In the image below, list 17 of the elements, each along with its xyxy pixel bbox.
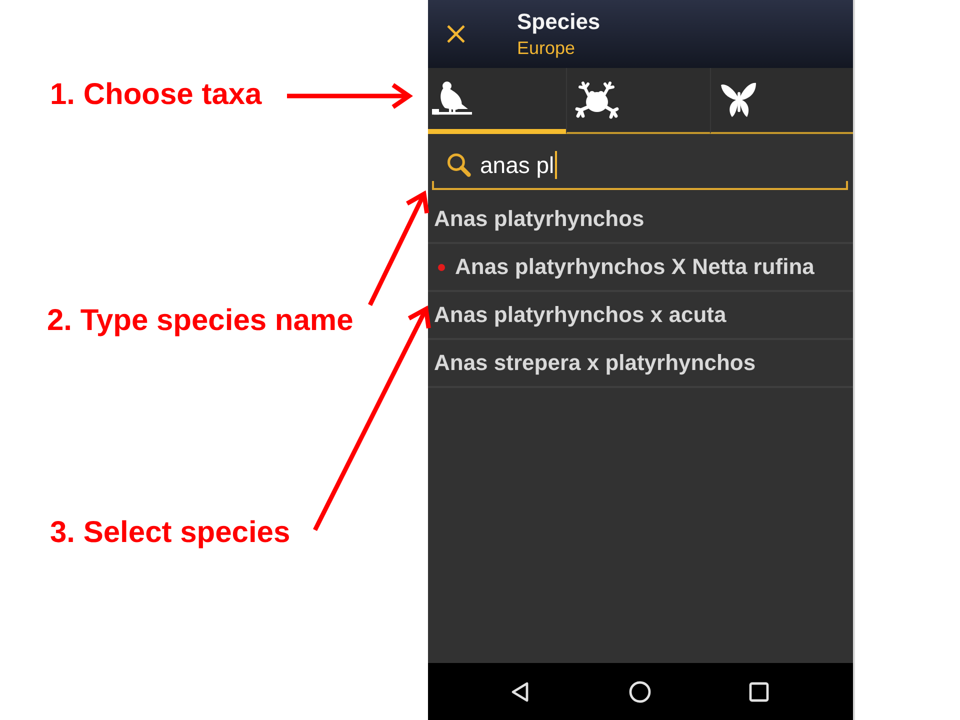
species-list-item[interactable]: Anas platyrhynchos <box>428 196 853 244</box>
home-icon[interactable] <box>628 680 652 704</box>
close-icon[interactable] <box>446 24 466 44</box>
region-subtitle: Europe <box>517 37 576 59</box>
species-list-item[interactable]: Anas strepera x platyrhynchos <box>428 340 853 388</box>
annotation-label: 1. Choose taxa <box>50 77 262 113</box>
annotation-label: 2. Type species name <box>47 303 354 339</box>
frog-icon <box>575 80 620 120</box>
species-list-item[interactable]: Anas platyrhynchos x acuta <box>428 292 853 340</box>
species-list-item[interactable]: Anas platyrhynchos X Netta rufina <box>428 244 853 292</box>
screen-title: Species <box>517 9 600 35</box>
square-icon[interactable] <box>747 680 771 704</box>
taxon-tab[interactable] <box>566 68 710 134</box>
annotation-label: 3. Select species <box>50 515 290 551</box>
taxon-tab[interactable] <box>710 68 853 134</box>
search-icon <box>446 152 472 178</box>
text-cursor <box>555 151 558 179</box>
